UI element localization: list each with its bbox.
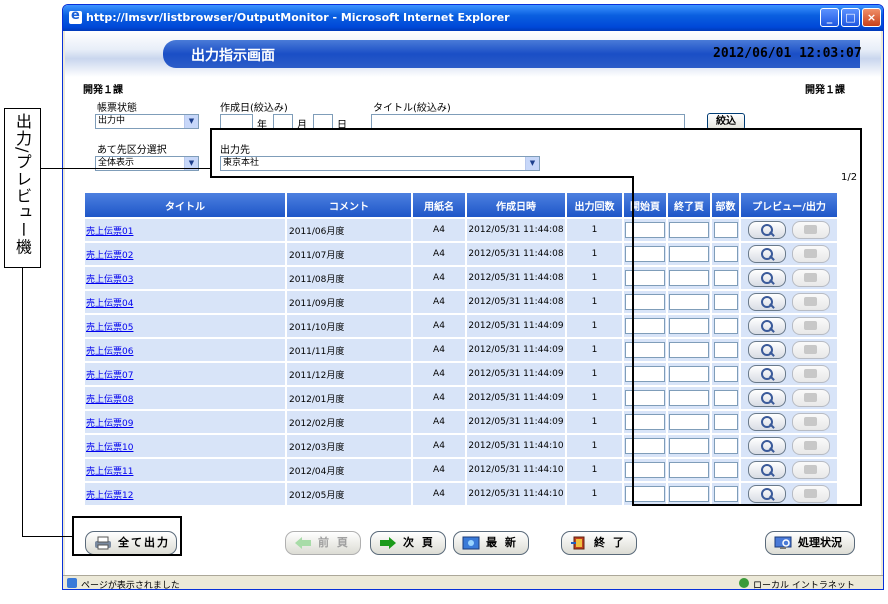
dest-class-label: あて先区分選択 [97, 145, 167, 156]
status-select[interactable]: 出力中 ▼ [95, 114, 199, 129]
maximize-button[interactable]: □ [841, 8, 860, 27]
refresh-icon [462, 536, 480, 550]
annotation-leader-bottom [22, 536, 72, 537]
exit-label: 終 了 [594, 536, 626, 549]
page-title: 出力指示画面 [191, 48, 275, 64]
year-input[interactable] [220, 114, 253, 129]
status-select-value: 出力中 [98, 116, 126, 126]
intranet-icon [739, 578, 749, 588]
door-exit-icon [570, 536, 586, 550]
arrow-left-icon [294, 536, 311, 550]
window-titlebar[interactable]: http://lmsvr/listbrowser/OutputMonitor -… [63, 5, 883, 31]
status-label: 帳票状態 [97, 103, 137, 114]
arrow-right-icon [379, 536, 396, 550]
annotation-frame-right [860, 128, 862, 506]
annotation-frame-left-lower [632, 176, 634, 506]
refresh-button[interactable]: 最 新 [453, 531, 529, 555]
process-status-button[interactable]: 処理状況 [765, 531, 855, 555]
title-filter-label: タイトル(絞込み) [373, 103, 451, 114]
created-date-label: 作成日(絞込み) [220, 103, 288, 114]
process-status-label: 処理状況 [798, 536, 842, 549]
dept-label-left: 開発１課 [83, 85, 123, 96]
header-band: 出力指示画面 2012/06/01 12:03:07 [65, 31, 881, 77]
status-message: ページが表示されました [81, 581, 180, 590]
annotation-box-print-all [72, 516, 182, 556]
next-page-button[interactable]: 次 頁 [370, 531, 446, 555]
month-input[interactable] [273, 114, 293, 129]
annotation-leader-top [41, 168, 211, 169]
exit-button[interactable]: 終 了 [561, 531, 637, 555]
dept-label-right: 開発１課 [805, 85, 845, 96]
monitor-icon [774, 536, 792, 550]
ie-icon [69, 8, 82, 24]
annotation-label-box: 出力/プレビュー機能 [4, 108, 41, 268]
refresh-label: 最 新 [486, 536, 518, 549]
status-bar: ページが表示されました ローカル イントラネット [63, 575, 883, 590]
next-page-label: 次 頁 [403, 536, 435, 549]
annotation-leader-vertical [22, 268, 23, 536]
page-icon [67, 578, 77, 588]
annotation-frame-bottom [632, 504, 862, 506]
minimize-button[interactable]: _ [820, 8, 839, 27]
prev-page-button[interactable]: 前 頁 [285, 531, 361, 555]
current-datetime: 2012/06/01 12:03:07 [713, 46, 862, 61]
annotation-label: 出力/プレビュー機能 [13, 113, 32, 256]
security-zone: ローカル イントラネット [753, 581, 855, 590]
chevron-down-icon: ▼ [184, 115, 198, 128]
day-input[interactable] [313, 114, 333, 129]
close-button[interactable]: × [862, 8, 881, 27]
window-title: http://lmsvr/listbrowser/OutputMonitor -… [86, 11, 510, 24]
annotation-frame-step [210, 176, 634, 178]
annotation-frame-top [210, 128, 862, 506]
prev-page-label: 前 頁 [318, 536, 350, 549]
dest-class-value: 全体表示 [98, 158, 135, 168]
title-filter-input[interactable] [371, 114, 685, 129]
annotation-frame-left-upper [210, 128, 212, 178]
